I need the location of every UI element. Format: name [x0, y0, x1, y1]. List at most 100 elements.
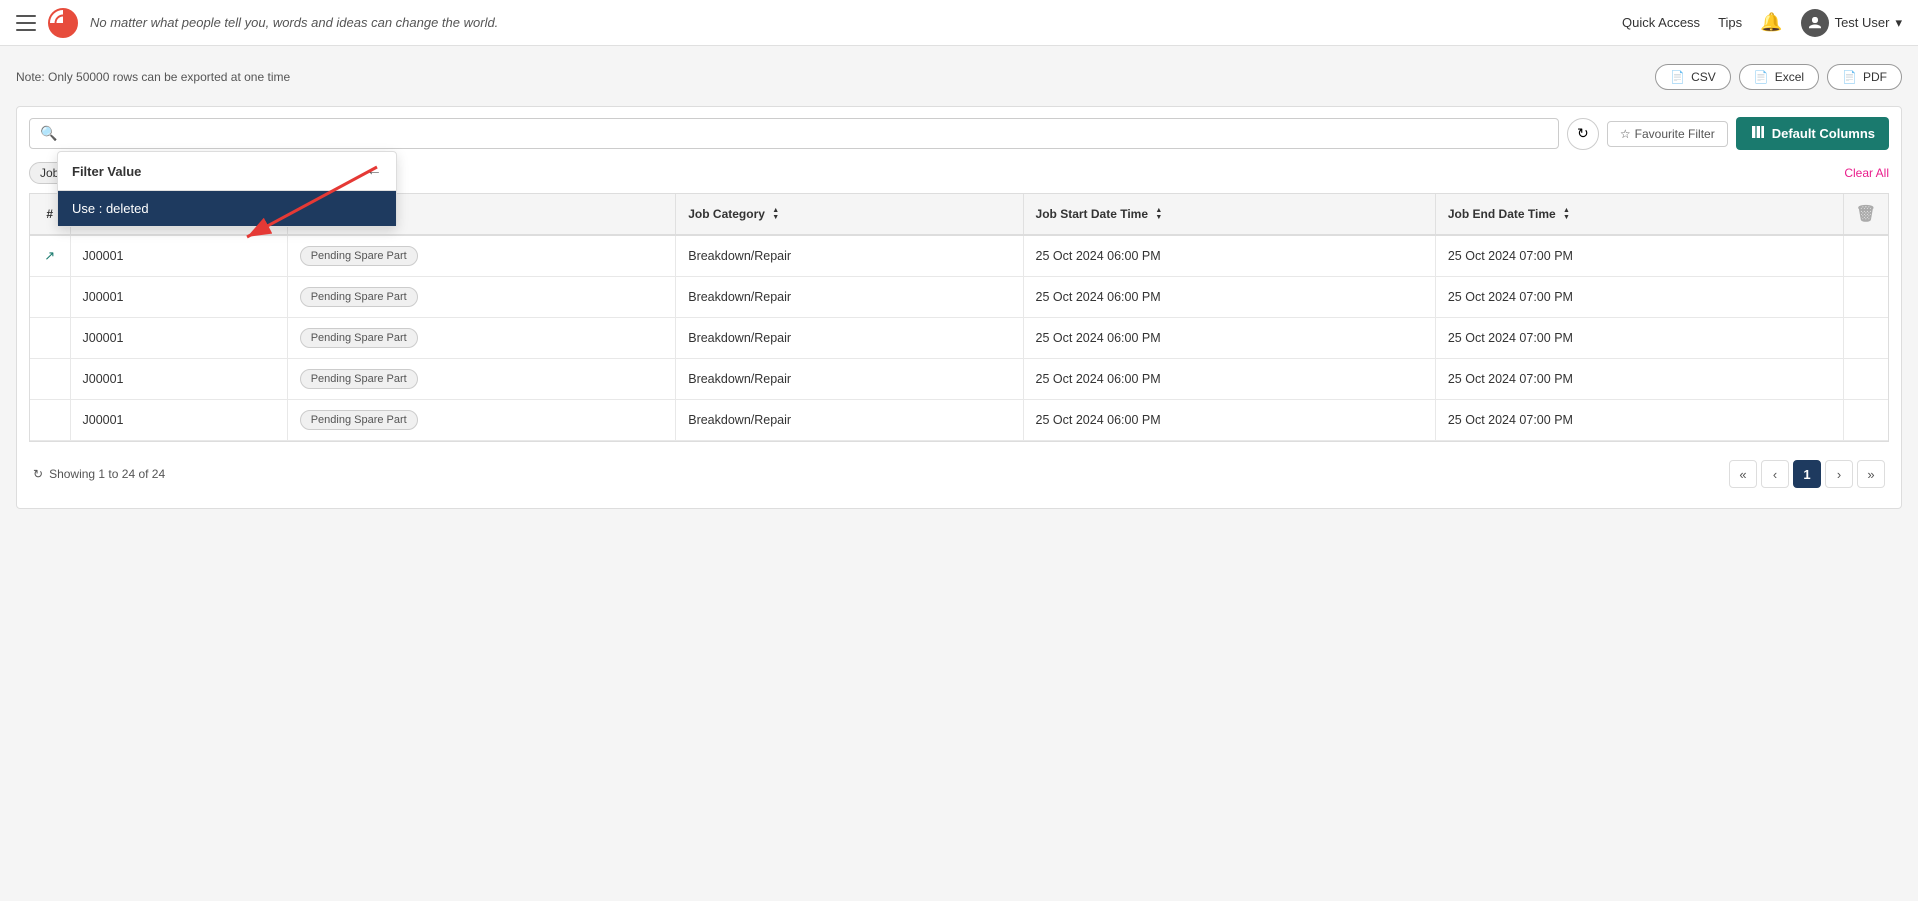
- pdf-label: PDF: [1863, 70, 1887, 84]
- sort-icon[interactable]: ▲▼: [1155, 207, 1162, 221]
- row-trash-cell: [1843, 318, 1888, 359]
- table-row: J00001 Pending Spare Part Breakdown/Repa…: [30, 400, 1888, 441]
- data-table: # Job No ▲▼ Job Status ▲▼ Job Category ▲…: [30, 194, 1888, 441]
- row-hash: [30, 318, 70, 359]
- filter-value-title: Filter Value: [72, 164, 141, 179]
- default-columns-button[interactable]: Default Columns: [1736, 117, 1889, 150]
- pdf-doc-icon: 📄: [1842, 70, 1857, 84]
- search-row: 🔍 Update Content : deleted ↻ ☆ Favourite…: [29, 117, 1889, 150]
- status-badge: Pending Spare Part: [300, 410, 418, 430]
- excel-label: Excel: [1775, 70, 1804, 84]
- refresh-button[interactable]: ↻: [1567, 118, 1599, 150]
- row-job-start: 25 Oct 2024 06:00 PM: [1023, 359, 1435, 400]
- search-input[interactable]: Update Content : deleted: [63, 126, 1547, 141]
- top-navigation: No matter what people tell you, words an…: [0, 0, 1918, 46]
- filter-dropdown-popup: Filter Value ← Use : deleted: [57, 151, 397, 227]
- status-badge: Pending Spare Part: [300, 287, 418, 307]
- hamburger-menu-icon[interactable]: [16, 15, 36, 31]
- refresh-small-icon[interactable]: ↻: [33, 467, 43, 481]
- filter-dropdown-header: Filter Value ←: [58, 152, 396, 191]
- row-trash-cell: [1843, 400, 1888, 441]
- row-trash-cell: [1843, 277, 1888, 318]
- row-job-category: Breakdown/Repair: [676, 277, 1023, 318]
- csv-doc-icon: 📄: [1670, 70, 1685, 84]
- chevron-down-icon: ▾: [1895, 15, 1902, 31]
- row-job-category: Breakdown/Repair: [676, 359, 1023, 400]
- back-arrow-icon[interactable]: ←: [366, 162, 382, 180]
- tips-link[interactable]: Tips: [1718, 15, 1742, 30]
- col-job-start[interactable]: Job Start Date Time ▲▼: [1023, 194, 1435, 235]
- export-note: Note: Only 50000 rows can be exported at…: [16, 70, 290, 84]
- status-badge: Pending Spare Part: [300, 246, 418, 266]
- row-job-status: Pending Spare Part: [287, 318, 676, 359]
- pagination-controls: « ‹ 1 › »: [1729, 460, 1885, 488]
- status-badge: Pending Spare Part: [300, 369, 418, 389]
- row-job-end: 25 Oct 2024 07:00 PM: [1435, 400, 1843, 441]
- row-job-end: 25 Oct 2024 07:00 PM: [1435, 277, 1843, 318]
- row-trash-cell: [1843, 235, 1888, 277]
- row-job-end: 25 Oct 2024 07:00 PM: [1435, 318, 1843, 359]
- row-hash: [30, 359, 70, 400]
- quick-access-link[interactable]: Quick Access: [1622, 15, 1700, 30]
- col-job-end-label: Job End Date Time: [1448, 207, 1556, 221]
- clear-all-button[interactable]: Clear All: [1844, 166, 1889, 180]
- excel-export-button[interactable]: 📄 Excel: [1739, 64, 1819, 90]
- row-job-start: 25 Oct 2024 06:00 PM: [1023, 318, 1435, 359]
- filter-container: 🔍 Update Content : deleted ↻ ☆ Favourite…: [16, 106, 1902, 509]
- prev-page-button[interactable]: ‹: [1761, 460, 1789, 488]
- row-hash: [30, 277, 70, 318]
- status-badge: Pending Spare Part: [300, 328, 418, 348]
- notification-bell-icon[interactable]: 🔔: [1760, 12, 1782, 33]
- data-table-wrapper: # Job No ▲▼ Job Status ▲▼ Job Category ▲…: [29, 193, 1889, 442]
- col-job-category-label: Job Category: [688, 207, 765, 221]
- row-job-status: Pending Spare Part: [287, 235, 676, 277]
- row-hash: ↗: [30, 235, 70, 277]
- last-page-button[interactable]: »: [1857, 460, 1885, 488]
- next-page-button[interactable]: ›: [1825, 460, 1853, 488]
- row-job-category: Breakdown/Repair: [676, 400, 1023, 441]
- external-link-icon[interactable]: ↗: [44, 248, 55, 263]
- col-job-end[interactable]: Job End Date Time ▲▼: [1435, 194, 1843, 235]
- default-columns-label: Default Columns: [1772, 126, 1875, 141]
- refresh-icon: ↻: [1577, 125, 1589, 142]
- pagination-bar: ↻ Showing 1 to 24 of 24 « ‹ 1 › »: [29, 450, 1889, 498]
- export-bar: Note: Only 50000 rows can be exported at…: [16, 56, 1902, 98]
- row-job-no: J00001: [70, 277, 287, 318]
- table-row: J00001 Pending Spare Part Breakdown/Repa…: [30, 318, 1888, 359]
- filter-use-deleted-option[interactable]: Use : deleted: [58, 191, 396, 226]
- main-content: Note: Only 50000 rows can be exported at…: [0, 46, 1918, 519]
- first-page-button[interactable]: «: [1729, 460, 1757, 488]
- sort-icon[interactable]: ▲▼: [1563, 207, 1570, 221]
- csv-export-button[interactable]: 📄 CSV: [1655, 64, 1731, 90]
- row-job-start: 25 Oct 2024 06:00 PM: [1023, 235, 1435, 277]
- showing-text-area: ↻ Showing 1 to 24 of 24: [33, 467, 165, 481]
- table-row: J00001 Pending Spare Part Breakdown/Repa…: [30, 277, 1888, 318]
- pdf-export-button[interactable]: 📄 PDF: [1827, 64, 1902, 90]
- user-menu[interactable]: Test User ▾: [1801, 9, 1902, 37]
- row-job-status: Pending Spare Part: [287, 277, 676, 318]
- row-job-start: 25 Oct 2024 06:00 PM: [1023, 400, 1435, 441]
- search-box[interactable]: 🔍 Update Content : deleted: [29, 118, 1559, 149]
- col-job-start-label: Job Start Date Time: [1036, 207, 1148, 221]
- avatar: [1801, 9, 1829, 37]
- row-job-category: Breakdown/Repair: [676, 318, 1023, 359]
- col-trash-header: 🗑: [1843, 194, 1888, 235]
- row-job-end: 25 Oct 2024 07:00 PM: [1435, 359, 1843, 400]
- row-job-no: J00001: [70, 400, 287, 441]
- user-name: Test User: [1835, 15, 1890, 30]
- sort-icon[interactable]: ▲▼: [772, 207, 779, 221]
- columns-icon: [1750, 124, 1766, 143]
- row-trash-cell: [1843, 359, 1888, 400]
- export-buttons-group: 📄 CSV 📄 Excel 📄 PDF: [1655, 64, 1902, 90]
- table-row: ↗ J00001 Pending Spare Part Breakdown/Re…: [30, 235, 1888, 277]
- page-1-button[interactable]: 1: [1793, 460, 1821, 488]
- col-job-category[interactable]: Job Category ▲▼: [676, 194, 1023, 235]
- row-job-start: 25 Oct 2024 06:00 PM: [1023, 277, 1435, 318]
- row-hash: [30, 400, 70, 441]
- star-icon: ☆: [1620, 127, 1631, 141]
- favourite-filter-button[interactable]: ☆ Favourite Filter: [1607, 121, 1728, 147]
- row-job-no: J00001: [70, 359, 287, 400]
- row-job-status: Pending Spare Part: [287, 359, 676, 400]
- search-icon: 🔍: [40, 125, 57, 142]
- row-job-status: Pending Spare Part: [287, 400, 676, 441]
